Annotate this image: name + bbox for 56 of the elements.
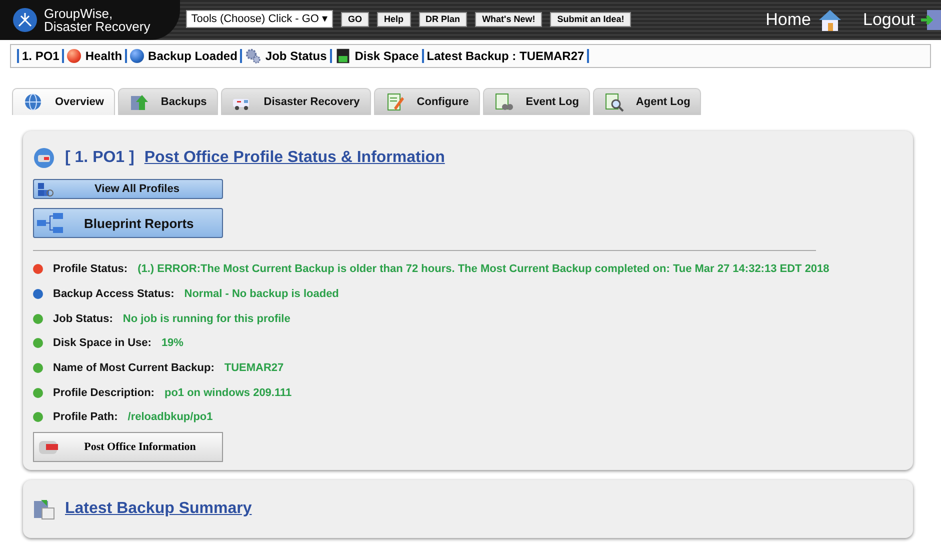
server-document-icon (33, 498, 55, 520)
status-label: Disk Space in Use: (53, 337, 152, 350)
tab[interactable]: Configure (374, 88, 480, 115)
view-all-profiles-button[interactable]: View All Profiles (33, 179, 223, 199)
app-title: Disaster Recovery (44, 20, 150, 33)
toolbar-button[interactable]: What's New! (475, 12, 542, 26)
status-link[interactable]: 1. PO1 (22, 49, 60, 63)
exit-door-icon[interactable] (921, 8, 941, 32)
status-link[interactable]: Job Status (265, 49, 327, 63)
logo-icon (12, 7, 38, 33)
tab[interactable]: Overview (12, 88, 115, 115)
status-value: TUEMAR27 (224, 362, 284, 374)
status-value: po1 on windows 209.111 (164, 386, 292, 399)
status-link[interactable]: Health (85, 49, 122, 63)
status-label: Profile Description: (53, 386, 154, 399)
pencil-note-icon (384, 92, 405, 112)
blueprint-reports-button[interactable]: Blueprint Reports (33, 208, 223, 238)
toolbar-button[interactable]: DR Plan (418, 12, 468, 26)
backup-ball-icon (130, 49, 144, 63)
status-value: /reloadbkup/po1 (128, 411, 213, 424)
tab[interactable]: Disaster Recovery (220, 88, 371, 115)
status-value: No job is running for this profile (122, 312, 290, 325)
toolbar-button[interactable]: GO (341, 12, 370, 26)
post-office-information-button[interactable]: Post Office Information (33, 432, 223, 462)
profile-prefix: [ 1. PO1 ] (65, 149, 134, 167)
status-value: Normal - No backup is loaded (184, 288, 339, 300)
status-value: 19% (161, 337, 184, 350)
latest-backup-summary-link[interactable]: Latest Backup Summary (65, 500, 252, 518)
tools-dropdown[interactable]: Tools (Choose) Click - GO ▾ (186, 10, 334, 28)
profile-title-link[interactable]: Post Office Profile Status & Information (144, 149, 445, 167)
toolbar-button[interactable]: Help (377, 12, 411, 26)
globe-icon (23, 92, 43, 112)
home-link[interactable]: Home (766, 10, 811, 30)
magnifier-note-icon (604, 92, 624, 112)
health-ball-icon (67, 49, 82, 63)
status-link[interactable]: Latest Backup : TUEMAR27 (426, 49, 584, 63)
tab[interactable]: Agent Log (592, 88, 702, 115)
status-link[interactable]: Disk Space (354, 49, 419, 63)
status-label: Job Status: (53, 312, 113, 325)
status-label: Backup Access Status: (53, 288, 174, 300)
status-label: Profile Status: (53, 263, 128, 276)
blocks-magnifier-icon (36, 181, 54, 197)
tab[interactable]: Backups (118, 88, 218, 115)
binoculars-note-icon (494, 92, 514, 112)
logout-link[interactable]: Logout (863, 10, 915, 30)
gears-icon (245, 48, 262, 64)
tree-diagram-icon (36, 212, 64, 234)
status-link[interactable]: Backup Loaded (148, 49, 238, 63)
status-label: Profile Path: (53, 411, 118, 424)
status-value: (1.) ERROR:The Most Current Backup is older than 72 hours. The Most Current Backup completed on: Tue Mar 27 14:32:13 EDT 2018 (138, 263, 830, 276)
house-icon[interactable] (817, 8, 843, 32)
app-title: GroupWise, (44, 7, 114, 20)
status-label: Name of Most Current Backup: (53, 362, 214, 374)
tab[interactable]: Event Log (482, 88, 590, 115)
disk-gauge-icon (334, 48, 351, 64)
toolbar-button[interactable]: Submit an Idea! (550, 12, 632, 26)
